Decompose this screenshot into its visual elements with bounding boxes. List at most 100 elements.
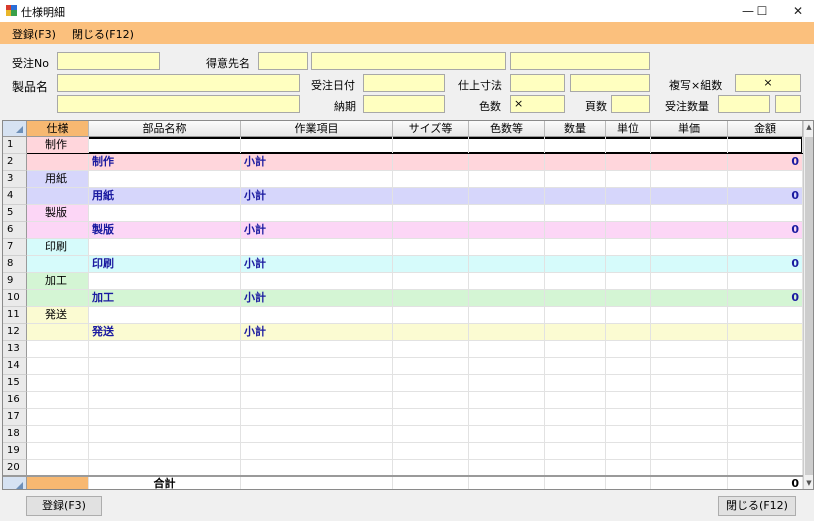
product-name2-field[interactable]: [57, 95, 300, 113]
table-row[interactable]: [27, 426, 803, 443]
work-item-cell[interactable]: 小計: [241, 188, 393, 204]
part-name-cell[interactable]: [89, 460, 241, 476]
grid-cell[interactable]: [393, 256, 469, 272]
grid-cell[interactable]: [469, 154, 545, 170]
spec-cell[interactable]: 用紙: [27, 171, 89, 187]
table-row[interactable]: 発送: [27, 307, 803, 324]
amount-cell[interactable]: [728, 375, 803, 391]
grid-cell[interactable]: [393, 205, 469, 221]
order-date-field[interactable]: [363, 74, 445, 92]
grid-cell[interactable]: [545, 375, 606, 391]
spec-cell[interactable]: [27, 392, 89, 408]
grid-cell[interactable]: [606, 460, 651, 476]
qty-field[interactable]: [718, 95, 770, 113]
grid-cell[interactable]: [651, 443, 728, 459]
grid-cell[interactable]: [606, 222, 651, 238]
work-item-cell[interactable]: [241, 392, 393, 408]
amount-cell[interactable]: [728, 273, 803, 289]
grid-cell[interactable]: [393, 222, 469, 238]
amount-cell[interactable]: [728, 426, 803, 442]
part-name-cell[interactable]: [89, 426, 241, 442]
row-header[interactable]: 4: [3, 188, 27, 205]
grid-cell[interactable]: [651, 358, 728, 374]
amount-cell[interactable]: [728, 460, 803, 476]
work-item-cell[interactable]: 小計: [241, 222, 393, 238]
grid-cell[interactable]: [469, 137, 545, 153]
grid-cell[interactable]: [651, 307, 728, 323]
grid-cell[interactable]: [393, 375, 469, 391]
grid-cell[interactable]: [606, 290, 651, 306]
part-name-cell[interactable]: [89, 137, 241, 153]
amount-cell[interactable]: [728, 358, 803, 374]
part-name-cell[interactable]: [89, 239, 241, 255]
work-item-cell[interactable]: [241, 273, 393, 289]
grid-cell[interactable]: [393, 273, 469, 289]
spec-cell[interactable]: 制作: [27, 137, 89, 153]
table-row[interactable]: [27, 358, 803, 375]
work-item-cell[interactable]: [241, 375, 393, 391]
grid-cell[interactable]: [393, 443, 469, 459]
grid-cell[interactable]: [651, 188, 728, 204]
grid-cell[interactable]: [651, 426, 728, 442]
grid-cell[interactable]: [393, 358, 469, 374]
grid-cell[interactable]: [393, 171, 469, 187]
grid-cell[interactable]: [545, 307, 606, 323]
amount-cell[interactable]: [728, 307, 803, 323]
grid-cell[interactable]: [545, 222, 606, 238]
grid-cell[interactable]: [469, 426, 545, 442]
row-header[interactable]: 5: [3, 205, 27, 222]
amount-cell[interactable]: 0: [728, 222, 803, 238]
row-header[interactable]: 2: [3, 154, 27, 171]
spec-cell[interactable]: [27, 409, 89, 425]
spec-cell[interactable]: 印刷: [27, 239, 89, 255]
grid-cell[interactable]: [393, 137, 469, 153]
spec-cell[interactable]: [27, 426, 89, 442]
grid-cell[interactable]: [393, 460, 469, 476]
grid-cell[interactable]: [469, 222, 545, 238]
column-header[interactable]: 作業項目: [241, 121, 393, 137]
grid-cell[interactable]: [606, 426, 651, 442]
part-name-cell[interactable]: 制作: [89, 154, 241, 170]
grid-cell[interactable]: [393, 426, 469, 442]
table-row[interactable]: 製版: [27, 205, 803, 222]
amount-cell[interactable]: 0: [728, 256, 803, 272]
grid-cell[interactable]: [469, 443, 545, 459]
amount-cell[interactable]: [728, 409, 803, 425]
row-header[interactable]: 10: [3, 290, 27, 307]
work-item-cell[interactable]: [241, 426, 393, 442]
table-row[interactable]: 加工 小計 0: [27, 290, 803, 307]
grid-cell[interactable]: [469, 409, 545, 425]
work-item-cell[interactable]: [241, 137, 393, 153]
work-item-cell[interactable]: [241, 171, 393, 187]
grid-cell[interactable]: [606, 273, 651, 289]
grid-cell[interactable]: [393, 341, 469, 357]
part-name-cell[interactable]: [89, 443, 241, 459]
spec-cell[interactable]: [27, 460, 89, 476]
column-header[interactable]: 金額: [728, 121, 803, 137]
grid-cell[interactable]: [393, 290, 469, 306]
grid-cell[interactable]: [651, 375, 728, 391]
row-header[interactable]: 11: [3, 307, 27, 324]
grid-cell[interactable]: [651, 171, 728, 187]
work-item-cell[interactable]: [241, 443, 393, 459]
part-name-cell[interactable]: [89, 358, 241, 374]
grid-cell[interactable]: [651, 222, 728, 238]
grid-cell[interactable]: [606, 154, 651, 170]
column-header[interactable]: 部品名称: [89, 121, 241, 137]
part-name-cell[interactable]: 印刷: [89, 256, 241, 272]
grid-cell[interactable]: [651, 154, 728, 170]
row-header[interactable]: 17: [3, 409, 27, 426]
table-row[interactable]: [27, 375, 803, 392]
grid-cell[interactable]: [545, 290, 606, 306]
grid-cell[interactable]: [469, 460, 545, 476]
grid-cell[interactable]: [545, 460, 606, 476]
grid-cell[interactable]: [651, 137, 728, 153]
grid-cell[interactable]: [651, 205, 728, 221]
row-header[interactable]: 19: [3, 443, 27, 460]
grid-cell[interactable]: [545, 426, 606, 442]
spec-cell[interactable]: 製版: [27, 205, 89, 221]
row-header[interactable]: 6: [3, 222, 27, 239]
amount-cell[interactable]: [728, 205, 803, 221]
grid-cell[interactable]: [469, 341, 545, 357]
grid-cell[interactable]: [545, 358, 606, 374]
